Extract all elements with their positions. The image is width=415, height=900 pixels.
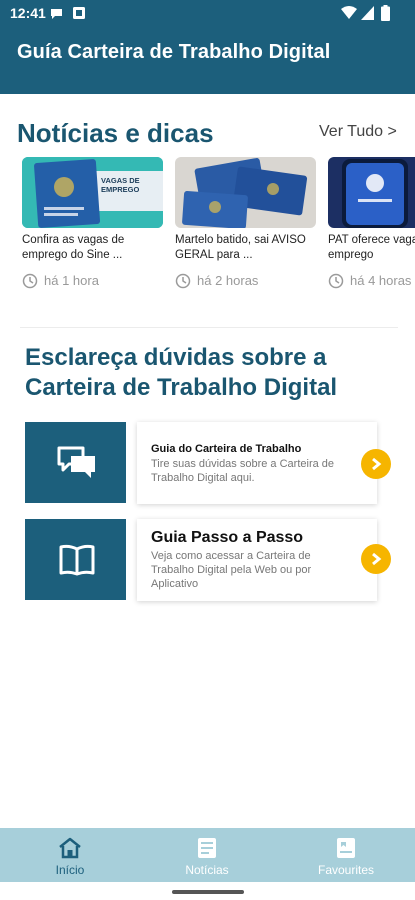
news-thumbnail: VAGAS DE EMPREGO bbox=[22, 157, 163, 228]
gesture-bar[interactable] bbox=[172, 890, 244, 894]
news-icon bbox=[198, 838, 216, 858]
bottom-navigation: Início Notícias Favourites bbox=[0, 828, 415, 882]
home-icon bbox=[59, 837, 81, 859]
news-thumbnail bbox=[328, 157, 415, 228]
guide-card-description: Veja como acessar a Carteira de Trabalho… bbox=[151, 550, 312, 590]
news-caption: Martelo batido, sai AVISO GERAL para ... bbox=[175, 234, 306, 261]
chat-bubbles-icon bbox=[57, 446, 95, 478]
guide-card-title: Guia Passo a Passo bbox=[151, 529, 304, 546]
nav-item-favourites[interactable]: Favourites bbox=[306, 828, 386, 882]
news-time: há 4 horas bbox=[328, 272, 415, 290]
chevron-right-icon[interactable] bbox=[361, 544, 391, 574]
guide-card-body: Guia Passo a Passo Veja como acessar a C… bbox=[137, 519, 377, 601]
nav-label: Notícias bbox=[185, 863, 229, 877]
guide-card-body: Guia do Carteira de Trabalho Tire suas d… bbox=[137, 422, 377, 504]
news-caption: Confira as vagas de emprego do Sine ... bbox=[22, 234, 125, 261]
news-card[interactable]: PAT oferece vagas de emprego há 4 horas bbox=[328, 157, 415, 290]
news-time-label: há 1 hora bbox=[44, 273, 99, 288]
guide-card-tile bbox=[25, 519, 126, 600]
open-book-icon bbox=[59, 544, 95, 576]
clock-icon bbox=[22, 273, 38, 289]
faq-section-title: Esclareça dúvidas sobre a Carteira de Tr… bbox=[25, 344, 338, 401]
news-time-label: há 4 horas bbox=[350, 273, 412, 288]
chevron-right-icon[interactable] bbox=[361, 449, 391, 479]
guide-card-title: Guia do Carteira de Trabalho bbox=[151, 443, 302, 455]
app-notification-icon bbox=[73, 7, 85, 19]
news-carousel[interactable]: VAGAS DE EMPREGO Confira as vagas de emp… bbox=[22, 157, 415, 297]
news-card[interactable]: Martelo batido, sai AVISO GERAL para ...… bbox=[175, 157, 316, 290]
app-title: Guía Carteira de Trabalho Digital bbox=[17, 41, 331, 63]
app-header: 12:41 Guía Carteira de Trabalho Digital bbox=[0, 0, 415, 94]
signal-icon bbox=[361, 6, 374, 20]
nav-item-news[interactable]: Notícias bbox=[175, 828, 239, 882]
favourites-icon bbox=[337, 838, 355, 858]
guide-card-faq[interactable]: Guia do Carteira de Trabalho Tire suas d… bbox=[25, 422, 395, 504]
news-thumbnail bbox=[175, 157, 316, 228]
guide-card-tile bbox=[25, 422, 126, 503]
wifi-icon bbox=[341, 6, 357, 19]
clock-icon bbox=[328, 273, 344, 289]
screen: 12:41 Guía Carteira de Trabalho Digital … bbox=[0, 0, 415, 900]
nav-item-home[interactable]: Início bbox=[38, 828, 102, 882]
news-thumbnail-label: VAGAS DE EMPREGO bbox=[101, 176, 140, 194]
nav-label: Favourites bbox=[317, 863, 375, 877]
clock-icon bbox=[175, 273, 191, 289]
guide-card-description: Tire suas dúvidas sobre a Carteira de Tr… bbox=[151, 458, 335, 484]
battery-icon bbox=[381, 5, 390, 21]
status-time: 12:41 bbox=[10, 5, 46, 21]
nav-label: Início bbox=[55, 863, 85, 877]
see-all-link[interactable]: Ver Tudo > bbox=[319, 123, 397, 141]
section-divider bbox=[20, 327, 398, 328]
news-time-label: há 2 horas bbox=[197, 273, 259, 288]
news-card[interactable]: VAGAS DE EMPREGO Confira as vagas de emp… bbox=[22, 157, 163, 290]
news-time: há 1 hora bbox=[22, 272, 163, 290]
news-caption: PAT oferece vagas de emprego bbox=[328, 234, 415, 261]
news-time: há 2 horas bbox=[175, 272, 316, 290]
chat-notification-icon bbox=[51, 9, 62, 19]
guide-card-step-by-step[interactable]: Guia Passo a Passo Veja como acessar a C… bbox=[25, 519, 395, 601]
status-bar: 12:41 bbox=[0, 0, 415, 28]
news-section-title: Notícias e dicas bbox=[17, 118, 214, 148]
